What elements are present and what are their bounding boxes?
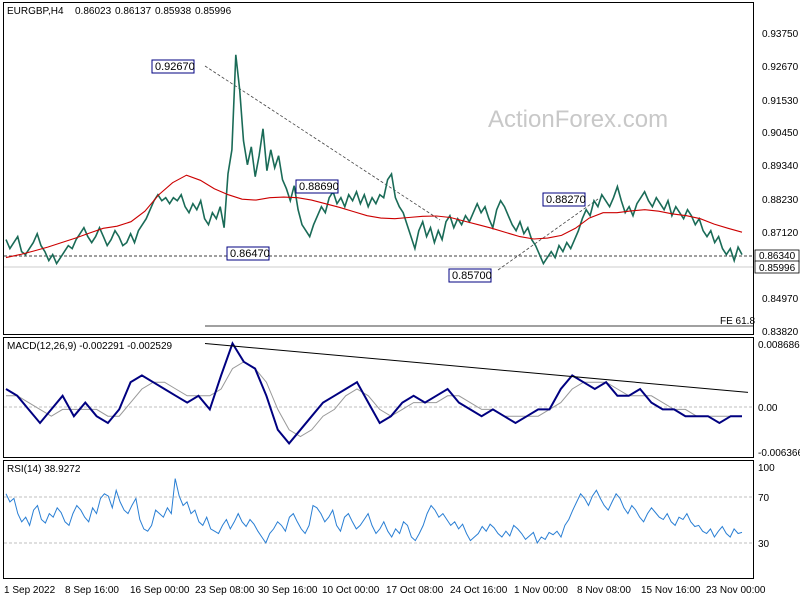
macd-tick-label: 0.008686: [758, 340, 800, 351]
price-tick-label: 0.93750: [762, 29, 799, 40]
price-tick-label: 0.83820: [762, 327, 799, 338]
annotation-label: 0.88690: [299, 181, 339, 193]
price-tick-label: 0.89340: [762, 161, 799, 172]
annotation-label: 0.88270: [546, 194, 586, 206]
rsi-tick-label: 30: [758, 539, 770, 550]
price-header-symbol: EURGBP,H4: [7, 6, 64, 17]
rsi-tick-label: 100: [758, 463, 775, 474]
annotation-0.85700: 0.85700: [448, 268, 492, 283]
macd-tick-label: -0.006366: [758, 448, 800, 459]
x-tick-label: 23 Nov 00:00: [706, 585, 766, 596]
last-price-label: 0.85996: [759, 263, 796, 274]
price-tick-label: 0.90450: [762, 128, 799, 139]
macd-tick-label: 0.00: [758, 403, 778, 414]
macd-panel: [3, 337, 754, 458]
x-tick-label: 30 Sep 16:00: [258, 585, 318, 596]
annotation-0.92670: 0.92670: [151, 59, 195, 74]
x-tick-label: 15 Nov 16:00: [641, 585, 701, 596]
annotation-label: 0.85700: [452, 270, 492, 282]
price-header-low: 0.85938: [155, 6, 192, 17]
price-panel: [3, 2, 754, 335]
fib-label: FE 61.8: [720, 316, 755, 327]
annotation-0.86470: 0.86470: [226, 246, 270, 261]
x-tick-label: 10 Oct 00:00: [322, 585, 380, 596]
annotation-0.88270: 0.88270: [542, 192, 586, 207]
price-header-close: 0.85996: [195, 6, 232, 17]
x-tick-label: 8 Sep 16:00: [65, 585, 119, 596]
price-tick-label: 0.84970: [762, 294, 799, 305]
x-tick-label: 1 Nov 00:00: [514, 585, 568, 596]
price-header-open: 0.86023: [75, 6, 112, 17]
x-tick-label: 8 Nov 08:00: [577, 585, 631, 596]
macd-title: MACD(12,26,9) -0.002291 -0.002529: [7, 341, 173, 352]
x-tick-label: 1 Sep 2022: [4, 585, 56, 596]
watermark: ActionForex.com: [488, 106, 668, 133]
annotation-0.88690: 0.88690: [295, 179, 339, 194]
x-tick-label: 24 Oct 16:00: [450, 585, 508, 596]
annotation-label: 0.86470: [230, 248, 270, 260]
eurgbp-chart: ActionForex.com EURGBP,H4 0.86023 0.8613…: [0, 0, 800, 600]
price-header-high: 0.86137: [115, 6, 152, 17]
annotation-label: 0.92670: [155, 61, 195, 73]
rsi-tick-label: 70: [758, 493, 770, 504]
price-tick-label: 0.88230: [762, 195, 799, 206]
x-tick-label: 16 Sep 00:00: [130, 585, 190, 596]
price-tick-label: 0.92670: [762, 62, 799, 73]
x-tick-label: 23 Sep 08:00: [195, 585, 255, 596]
x-tick-label: 17 Oct 08:00: [386, 585, 444, 596]
price-tick-label: 0.87120: [762, 228, 799, 239]
price-tick-label: 0.91530: [762, 96, 799, 107]
level-price-label: 0.86340: [759, 251, 796, 262]
rsi-title: RSI(14) 38.9272: [7, 464, 81, 475]
